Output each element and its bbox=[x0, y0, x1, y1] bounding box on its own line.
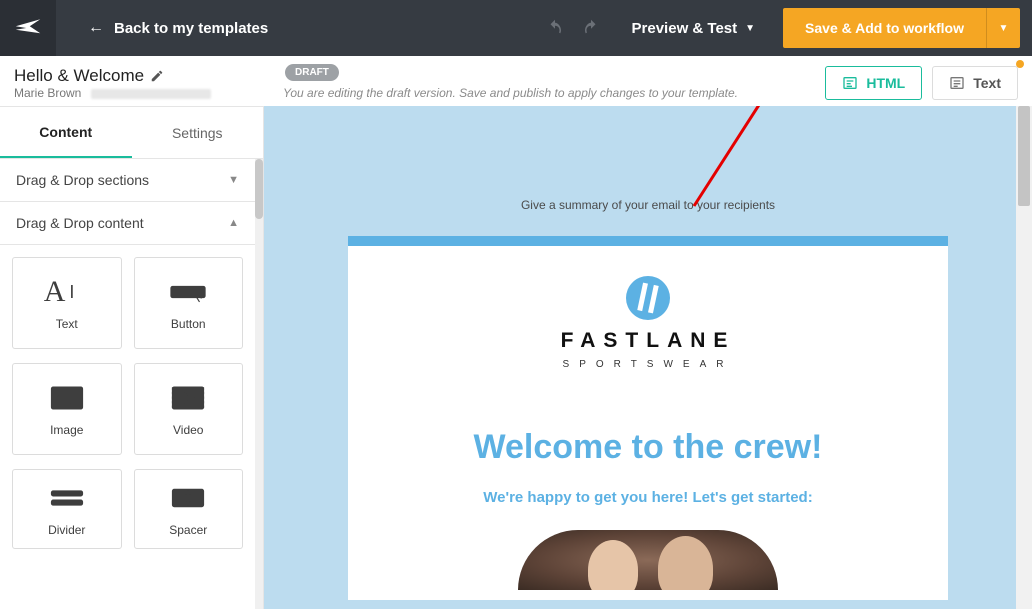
app-logo[interactable] bbox=[0, 0, 56, 56]
accordion-content[interactable]: Drag & Drop content ▲ bbox=[0, 202, 255, 245]
email-canvas[interactable]: Give a summary of your email to your rec… bbox=[264, 106, 1032, 609]
html-icon bbox=[842, 75, 858, 91]
block-image-label: Image bbox=[50, 423, 83, 437]
brand-logo-icon bbox=[626, 276, 670, 320]
view-mode-html[interactable]: HTML bbox=[825, 66, 922, 100]
tab-settings[interactable]: Settings bbox=[132, 107, 264, 158]
author-email-redacted bbox=[91, 89, 211, 99]
hero-block[interactable]: Welcome to the crew! We're happy to get … bbox=[348, 388, 948, 600]
back-label: Back to my templates bbox=[114, 20, 268, 37]
brand-logo-block[interactable]: FASTLANE SPORTSWEAR bbox=[348, 246, 948, 388]
chevron-down-icon: ▼ bbox=[228, 174, 239, 186]
undo-icon[interactable] bbox=[546, 19, 564, 37]
block-divider-label: Divider bbox=[48, 523, 85, 537]
spacer-icon bbox=[165, 481, 211, 515]
text-icon bbox=[949, 75, 965, 91]
hero-subtitle: We're happy to get you here! Let's get s… bbox=[378, 489, 918, 506]
content-blocks-grid: AI Text Button Image Video bbox=[0, 245, 255, 561]
undo-redo-group bbox=[546, 19, 600, 37]
chevron-up-icon: ▲ bbox=[228, 217, 239, 229]
block-spacer-label: Spacer bbox=[169, 523, 207, 537]
draft-note: You are editing the draft version. Save … bbox=[283, 86, 738, 100]
canvas-scrollbar[interactable] bbox=[1016, 106, 1032, 609]
save-button-label: Save & Add to workflow bbox=[783, 20, 986, 36]
accordion-content-label: Drag & Drop content bbox=[16, 215, 144, 231]
view-mode-switch: HTML Text bbox=[825, 66, 1018, 100]
arrow-left-icon: ← bbox=[88, 19, 104, 37]
save-add-workflow-button[interactable]: Save & Add to workflow ▼ bbox=[783, 8, 1020, 48]
save-button-dropdown[interactable]: ▼ bbox=[986, 8, 1020, 48]
preview-test-menu[interactable]: Preview & Test ▼ bbox=[632, 20, 756, 37]
block-image[interactable]: Image bbox=[12, 363, 122, 455]
accordion-sections-label: Drag & Drop sections bbox=[16, 172, 149, 188]
main-area: Content Settings Drag & Drop sections ▼ … bbox=[0, 106, 1032, 609]
caret-down-icon: ▼ bbox=[745, 23, 755, 34]
tab-content-label: Content bbox=[39, 124, 92, 140]
hero-title: Welcome to the crew! bbox=[378, 428, 918, 467]
sidebar-scrollbar[interactable] bbox=[255, 159, 263, 609]
divider-icon bbox=[44, 481, 90, 515]
author-line: Marie Brown bbox=[14, 86, 211, 101]
block-video[interactable]: Video bbox=[134, 363, 244, 455]
editor-sidebar: Content Settings Drag & Drop sections ▼ … bbox=[0, 106, 264, 609]
button-icon bbox=[165, 275, 211, 309]
block-button[interactable]: Button bbox=[134, 257, 244, 349]
tab-settings-label: Settings bbox=[172, 125, 223, 141]
view-mode-text[interactable]: Text bbox=[932, 66, 1018, 100]
block-spacer[interactable]: Spacer bbox=[134, 469, 244, 549]
block-video-label: Video bbox=[173, 423, 203, 437]
text-icon: AI bbox=[44, 275, 90, 309]
author-name: Marie Brown bbox=[14, 86, 81, 101]
accordion-sections[interactable]: Drag & Drop sections ▼ bbox=[0, 159, 255, 202]
brand-tagline: SPORTSWEAR bbox=[348, 359, 948, 370]
template-name: Hello & Welcome bbox=[14, 65, 144, 86]
block-button-label: Button bbox=[171, 317, 206, 331]
block-text[interactable]: AI Text bbox=[12, 257, 122, 349]
draft-badge: DRAFT bbox=[285, 64, 339, 81]
pencil-icon bbox=[150, 69, 164, 83]
view-mode-html-label: HTML bbox=[866, 75, 905, 91]
brand-name: FASTLANE bbox=[348, 329, 948, 353]
email-body[interactable]: FASTLANE SPORTSWEAR Welcome to the crew!… bbox=[348, 236, 948, 600]
back-to-templates-link[interactable]: ← Back to my templates bbox=[88, 19, 268, 37]
block-divider[interactable]: Divider bbox=[12, 469, 122, 549]
title-row: Hello & Welcome Marie Brown DRAFT You ar… bbox=[0, 56, 1032, 106]
topbar: ← Back to my templates Preview & Test ▼ … bbox=[0, 0, 1032, 56]
tab-content[interactable]: Content bbox=[0, 107, 132, 158]
preview-label: Preview & Test bbox=[632, 20, 738, 37]
accent-bar bbox=[348, 236, 948, 246]
hero-image bbox=[518, 530, 778, 590]
block-text-label: Text bbox=[56, 317, 78, 331]
video-icon bbox=[165, 381, 211, 415]
template-title[interactable]: Hello & Welcome bbox=[14, 65, 211, 86]
image-icon bbox=[44, 381, 90, 415]
view-mode-text-label: Text bbox=[973, 75, 1001, 91]
redo-icon[interactable] bbox=[582, 19, 600, 37]
email-preheader[interactable]: Give a summary of your email to your rec… bbox=[264, 106, 1032, 236]
